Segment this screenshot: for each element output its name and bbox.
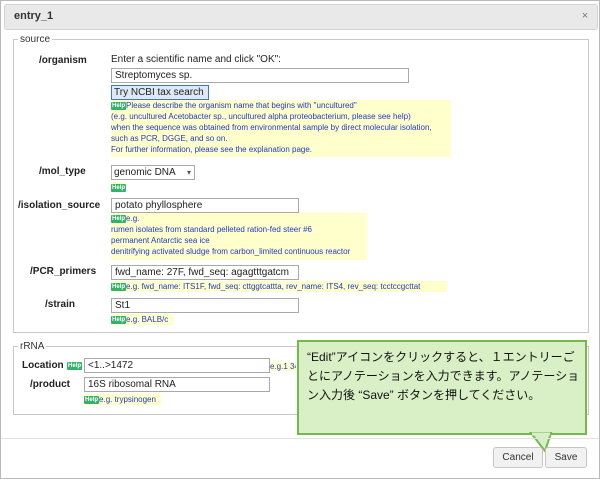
mol-type-help: Help xyxy=(111,182,127,192)
isolation-source-label: /isolation_source xyxy=(18,200,101,211)
close-icon[interactable]: × xyxy=(579,10,591,22)
help-text: denitrifying activated sludge from carbo… xyxy=(111,247,351,256)
help-text: when the sequence was obtained from envi… xyxy=(111,123,432,132)
mol-type-label: /mol_type xyxy=(39,166,86,177)
help-text: e.g. fwd_name: ITS1F, fwd_seq: cttggtcat… xyxy=(126,282,421,291)
help-text: Please describe the organism name that b… xyxy=(126,101,357,110)
callout-text: “Edit”アイコンをクリックすると、１エントリーごとにアノテーションを入力でき… xyxy=(307,350,580,402)
pcr-primers-label: /PCR_primers xyxy=(30,266,97,277)
mol-type-select[interactable]: genomic DNA ▾ xyxy=(111,165,195,180)
help-text: permanent Antarctic sea ice xyxy=(111,236,210,245)
help-text: e.g. trypsinogen xyxy=(99,395,156,404)
help-badge[interactable]: Help xyxy=(111,283,127,291)
help-text: such as PCR, DGGE, and so on. xyxy=(111,134,228,143)
help-badge[interactable]: Help xyxy=(111,316,127,324)
rrna-legend: rRNA xyxy=(20,341,45,352)
save-button[interactable]: Save xyxy=(545,447,587,468)
help-text: rumen isolates from standard pelleted ra… xyxy=(111,225,312,234)
help-badge[interactable]: Help xyxy=(111,184,127,192)
dialog-title: entry_1 xyxy=(14,10,54,22)
help-text: e.g. BALB/c xyxy=(126,315,169,324)
isolation-source-help: Helpe.g. rumen isolates from standard pe… xyxy=(111,213,367,260)
dialog-titlebar[interactable]: entry_1 × xyxy=(4,4,598,30)
product-label: /product xyxy=(30,379,70,390)
footer-divider xyxy=(1,438,599,439)
product-help: Helpe.g. trypsinogen xyxy=(84,394,161,405)
help-badge[interactable]: Help xyxy=(67,362,83,370)
help-text: For further information, please see the … xyxy=(111,145,313,154)
organism-prompt: Enter a scientific name and click "OK": xyxy=(111,54,281,65)
cancel-button[interactable]: Cancel xyxy=(493,447,543,468)
help-badge[interactable]: Help xyxy=(111,102,127,110)
source-legend: source xyxy=(20,34,51,45)
product-input[interactable]: 16S ribosomal RNA xyxy=(84,377,270,392)
chevron-down-icon: ▾ xyxy=(186,168,191,177)
organism-input[interactable]: Streptomyces sp. xyxy=(111,68,409,83)
strain-label: /strain xyxy=(45,299,76,310)
help-text: e.g. xyxy=(126,214,140,223)
help-badge[interactable]: Help xyxy=(84,396,100,404)
location-hint: e.g.1 34 xyxy=(270,362,296,371)
pcr-primers-input[interactable]: fwd_name: 27F, fwd_seq: agagtttgatcm xyxy=(111,265,299,280)
location-label: Location xyxy=(22,360,64,371)
entry-dialog: entry_1 × source /organism Enter a scien… xyxy=(0,0,600,479)
mol-type-value: genomic DNA xyxy=(114,167,176,178)
ncbi-tax-search-button[interactable]: Try NCBI tax search xyxy=(111,85,209,100)
isolation-source-input[interactable]: potato phyllosphere xyxy=(111,198,299,213)
help-badge[interactable]: Help xyxy=(111,215,127,223)
organism-label: /organism xyxy=(39,55,87,66)
strain-help: Helpe.g. BALB/c xyxy=(111,314,173,325)
organism-help: HelpPlease describe the organism name th… xyxy=(111,100,451,157)
callout-box: “Edit”アイコンをクリックすると、１エントリーごとにアノテーションを入力でき… xyxy=(297,340,587,435)
location-input[interactable]: <1..>1472 xyxy=(84,358,270,373)
help-text: (e.g. uncultured Acetobacter sp., uncult… xyxy=(111,112,411,121)
pcr-primers-help: Helpe.g. fwd_name: ITS1F, fwd_seq: cttgg… xyxy=(111,281,447,292)
strain-input[interactable]: St1 xyxy=(111,298,299,313)
